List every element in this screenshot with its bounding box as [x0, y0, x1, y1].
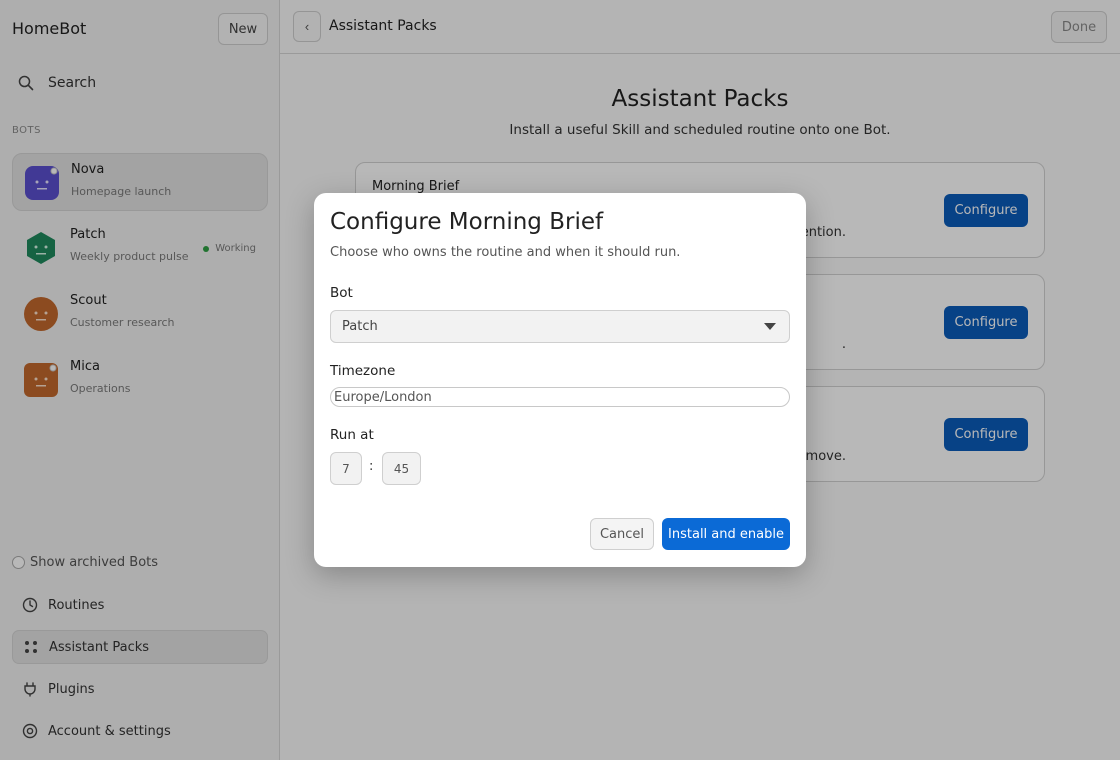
- timezone-input[interactable]: [330, 387, 790, 407]
- bot-select[interactable]: Patch: [330, 310, 790, 343]
- run-at-label: Run at: [330, 427, 374, 443]
- dialog-title: Configure Morning Brief: [330, 209, 604, 235]
- chevron-down-icon: [764, 323, 776, 330]
- dialog-subtitle: Choose who owns the routine and when it …: [330, 245, 681, 260]
- cancel-button[interactable]: Cancel: [590, 518, 654, 550]
- hour-input[interactable]: [330, 452, 362, 485]
- install-and-enable-button[interactable]: Install and enable: [662, 518, 790, 550]
- bot-field-label: Bot: [330, 285, 353, 301]
- time-separator: :: [369, 459, 374, 474]
- configure-dialog: Configure Morning Brief Choose who owns …: [314, 193, 806, 567]
- minute-input[interactable]: [382, 452, 421, 485]
- app-window: HomeBot New Search BOTS Nova Homepage la…: [0, 0, 1120, 760]
- timezone-field-label: Timezone: [330, 363, 396, 379]
- bot-select-value: Patch: [342, 319, 378, 334]
